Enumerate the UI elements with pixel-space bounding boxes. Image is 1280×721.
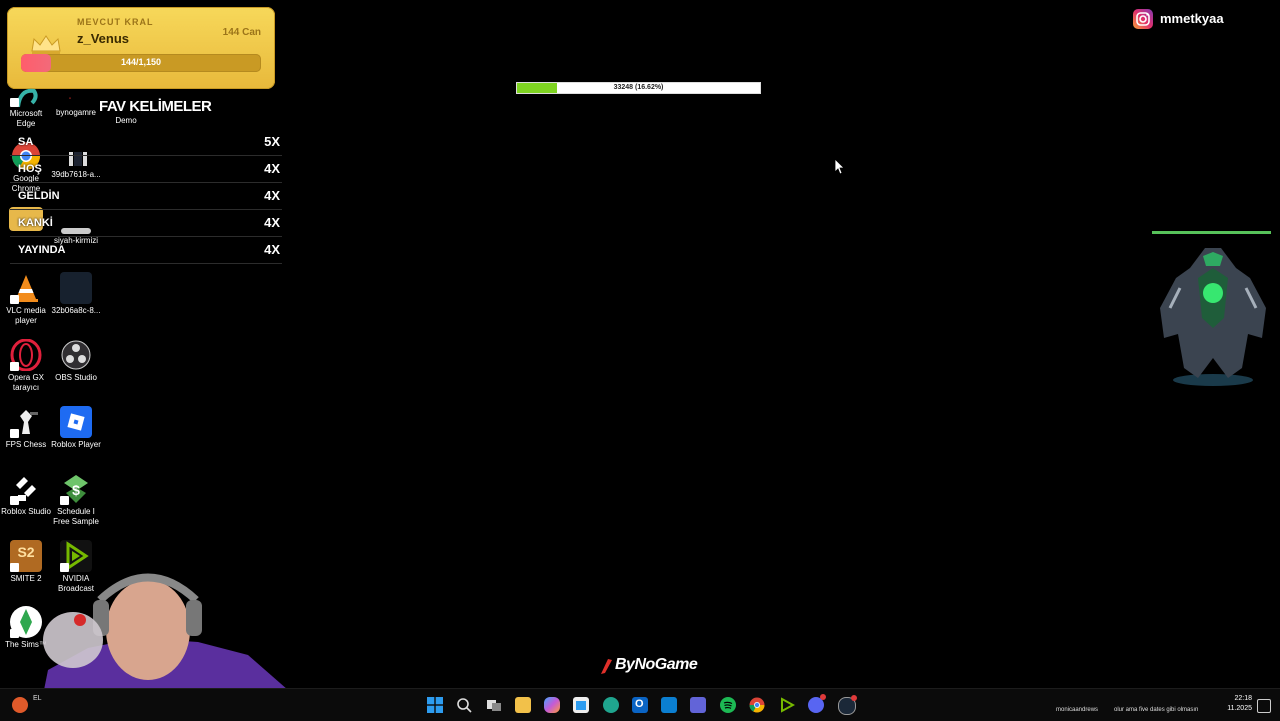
desktop-icon-label: Roblox Studio: [1, 507, 51, 516]
desktop-icon-label: Opera GX tarayıcı: [7, 373, 44, 392]
roblox-studio-icon: [10, 473, 42, 505]
vlc-icon: [10, 272, 42, 304]
svg-text:$: $: [72, 482, 80, 498]
terminal-icon[interactable]: [661, 697, 677, 713]
search-icon[interactable]: [456, 697, 472, 713]
desktop-icon-label: bynogamre: [55, 108, 97, 117]
teams-icon[interactable]: [690, 697, 706, 713]
roblox-icon: [60, 406, 92, 438]
desktop-icon-label: Demo: [115, 116, 137, 125]
chrome-icon[interactable]: [749, 697, 765, 713]
desktop-icon-label: OBS Studio: [55, 373, 97, 382]
edge-icon: [10, 85, 42, 108]
bynogame-logo-text: ByNoGame: [615, 656, 698, 673]
fav-word-row: HOŞ 4X: [10, 156, 282, 183]
store-icon[interactable]: [573, 697, 589, 713]
desktop-icon-label: Microsoft Edge: [9, 109, 43, 128]
desktop-icon-label: SMITE 2: [10, 574, 42, 583]
outlook-icon[interactable]: O: [632, 697, 648, 713]
obs-icon: [60, 339, 92, 371]
fav-word: GELDİN: [18, 190, 60, 202]
character-health-bar: [1152, 231, 1271, 234]
king-name: z_Venus: [77, 31, 130, 46]
fav-words-title: FAV KELİMELER: [99, 98, 212, 115]
spotify-icon[interactable]: [720, 697, 736, 713]
king-hp: 144 Can: [222, 27, 261, 38]
app-icon[interactable]: [12, 697, 28, 713]
desktop-icon-label: 32b06a8c-8...: [51, 306, 101, 315]
tray-notification-user: monicaandrews: [1056, 707, 1099, 713]
edge-icon[interactable]: [603, 697, 619, 713]
mouse-cursor-icon: [835, 159, 845, 175]
clock-time: 22:18: [1234, 695, 1252, 702]
desktop-icon-label: FPS Chess: [5, 440, 47, 449]
fav-word: YAYINDA: [18, 244, 66, 256]
bynogame-icon: ": [69, 98, 72, 104]
fav-word-row: KANKİ 4X: [10, 210, 282, 237]
desktop-icon-bynogamre[interactable]: " bynogamre: [51, 96, 101, 118]
taskbar: EL O monicaandrews olur ama five dates g…: [0, 688, 1280, 721]
file-explorer-icon[interactable]: [515, 697, 531, 713]
king-label: MEVCUT KRAL: [77, 17, 154, 27]
goal-progress-text: 33248 (16.62%): [613, 84, 664, 91]
opera-gx-icon: [10, 338, 42, 372]
desktop-icon-schedule-i[interactable]: $ Schedule I Free Sample: [51, 473, 101, 527]
nvidia-icon[interactable]: [779, 697, 796, 713]
desktop-icon-opera-gx[interactable]: Opera GX tarayıcı: [1, 338, 51, 393]
desktop-icon-roblox-player[interactable]: Roblox Player: [51, 406, 101, 450]
windows-start-icon[interactable]: [427, 697, 443, 713]
armored-character-image: [1160, 248, 1266, 386]
crown-icon: [31, 35, 61, 54]
fps-chess-icon: [10, 406, 42, 438]
desktop-icon-demo[interactable]: Demo: [101, 116, 151, 126]
instagram-handle: mmetkyaa: [1160, 11, 1224, 26]
fav-word: KANKİ: [18, 217, 53, 229]
copilot-icon[interactable]: [544, 697, 560, 713]
task-view-icon[interactable]: [486, 697, 502, 713]
taskbar-clock[interactable]: 22:18 11.2025: [1222, 694, 1252, 714]
king-health-bar: 144/1,150: [21, 54, 261, 72]
clock-date: 11.2025: [1227, 705, 1252, 712]
desktop-icon-32b0[interactable]: 32b06a8c-8...: [51, 272, 101, 316]
schedule-i-icon: $: [60, 473, 92, 505]
current-king-card: MEVCUT KRAL z_Venus 144 Can 144/1,150: [7, 7, 275, 89]
discord-icon[interactable]: [808, 694, 826, 713]
bynogame-mark-icon: [601, 659, 612, 674]
desktop-icon-fps-chess[interactable]: FPS Chess: [1, 406, 51, 450]
fav-count: 5X: [264, 134, 280, 149]
steam-icon[interactable]: [838, 695, 857, 715]
fav-word-row: SA 5X: [10, 129, 282, 156]
desktop-icon-label: Schedule I Free Sample: [53, 507, 99, 526]
notification-center-icon[interactable]: [1257, 699, 1271, 713]
image-file-icon: [60, 272, 92, 304]
instagram-icon: [1133, 9, 1153, 29]
taskbar-left-label: EL: [33, 695, 42, 702]
fav-count: 4X: [264, 242, 280, 257]
fav-word: SA: [18, 136, 34, 148]
fav-count: 4X: [264, 188, 280, 203]
king-health-text: 144/1,150: [120, 57, 162, 67]
fav-word: HOŞ: [18, 163, 42, 175]
fav-word-row: YAYINDA 4X: [10, 237, 282, 264]
desktop-icon-label: Roblox Player: [51, 440, 101, 449]
desktop-icon-vlc[interactable]: VLC media player: [1, 272, 51, 326]
desktop-icon-obs[interactable]: OBS Studio: [51, 339, 101, 383]
fav-word-row: GELDİN 4X: [10, 183, 282, 210]
fav-count: 4X: [264, 215, 280, 230]
tray-notification-message: olur ama five dates gibi olmasın: [1114, 707, 1199, 713]
desktop-icon-edge[interactable]: Microsoft Edge: [1, 85, 51, 129]
desktop-icon-roblox-studio[interactable]: Roblox Studio: [1, 473, 51, 517]
bynogame-logo: ByNoGame: [598, 655, 708, 677]
goal-progress-bar: 33248 (16.62%): [516, 82, 761, 94]
desktop-icon-label: VLC media player: [6, 306, 46, 325]
fav-count: 4X: [264, 161, 280, 176]
